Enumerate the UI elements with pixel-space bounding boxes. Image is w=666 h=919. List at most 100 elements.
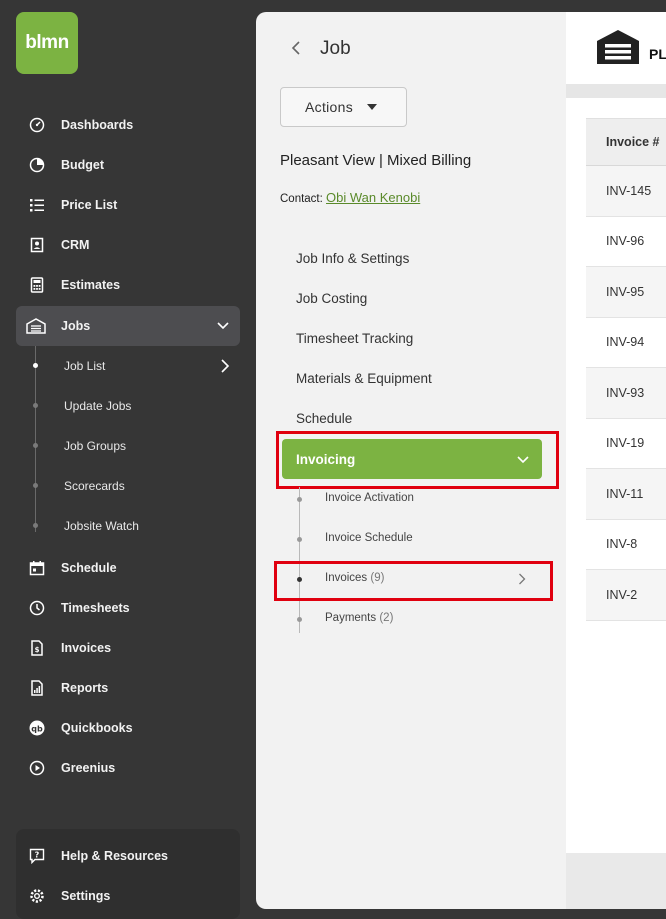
logo-text: blmn <box>25 32 69 53</box>
menu-job-costing[interactable]: Job Costing <box>296 291 367 306</box>
sidebar-item-help[interactable]: ? Help & Resources <box>16 836 240 876</box>
menu-invoice-schedule[interactable]: Invoice Schedule <box>325 532 413 544</box>
table-row[interactable]: INV-2 <box>586 570 666 621</box>
content-header: PL <box>566 12 666 84</box>
back-arrow-icon[interactable] <box>290 40 302 61</box>
table-row[interactable]: INV-96 <box>586 217 666 267</box>
sidebar-item-invoices[interactable]: $ Invoices <box>16 628 240 668</box>
gear-icon <box>28 887 46 905</box>
sidebar-subitem-jobsite-watch[interactable]: Jobsite Watch <box>64 506 244 546</box>
sidebar-item-label: Price List <box>61 198 118 212</box>
svg-text:qb: qb <box>31 725 43 734</box>
sidebar-item-estimates[interactable]: Estimates <box>16 265 240 305</box>
caret-down-icon <box>367 104 378 110</box>
payments-count: (2) <box>379 612 394 624</box>
sidebar-item-dashboards[interactable]: Dashboards <box>16 105 240 145</box>
submenu-dot <box>33 483 38 488</box>
job-panel: Job Actions Pleasant View | Mixed Billin… <box>256 12 566 909</box>
contact-row: Contact: Obi Wan Kenobi <box>280 190 420 205</box>
invoicing-submenu-line <box>299 487 300 633</box>
sidebar-item-label: CRM <box>61 238 90 252</box>
table-row[interactable]: INV-11 <box>586 469 666 520</box>
sidebar-item-price-list[interactable]: Price List <box>16 185 240 225</box>
warehouse-icon <box>26 317 46 335</box>
subitem-label: Scorecards <box>64 479 125 493</box>
jobs-submenu-line <box>35 346 36 532</box>
warehouse-icon <box>595 28 641 71</box>
sidebar-item-label: Settings <box>61 889 111 903</box>
sidebar-item-settings[interactable]: Settings <box>16 876 240 916</box>
sidebar-subitem-scorecards[interactable]: Scorecards <box>64 466 244 506</box>
submenu-dot <box>297 537 302 542</box>
menu-timesheet-tracking[interactable]: Timesheet Tracking <box>296 331 413 346</box>
sidebar-item-label: Schedule <box>61 561 117 575</box>
subitem-label: Jobsite Watch <box>64 519 139 533</box>
job-header-text: PL <box>649 46 666 62</box>
payments-label: Payments <box>325 612 377 624</box>
sidebar-item-jobs[interactable]: Jobs <box>16 306 240 346</box>
sidebar-subitem-job-list[interactable]: Job List <box>64 346 244 386</box>
sidebar-item-crm[interactable]: CRM <box>16 225 240 265</box>
actions-label: Actions <box>305 99 354 115</box>
submenu-dot <box>33 523 38 528</box>
report-icon <box>28 679 46 697</box>
table-row[interactable]: INV-19 <box>586 419 666 469</box>
table-row[interactable]: INV-145 <box>586 166 666 217</box>
chevron-down-icon <box>216 318 230 335</box>
sidebar-item-label: Jobs <box>61 319 91 333</box>
table-row[interactable]: INV-95 <box>586 267 666 318</box>
contact-card-icon <box>28 236 46 254</box>
pie-chart-icon <box>28 156 46 174</box>
column-header-invoice-number[interactable]: Invoice # <box>586 118 666 166</box>
sidebar-subitem-update-jobs[interactable]: Update Jobs <box>64 386 244 426</box>
submenu-dot <box>297 617 302 622</box>
sidebar-item-label: Invoices <box>61 641 112 655</box>
sidebar-item-timesheets[interactable]: Timesheets <box>16 588 240 628</box>
sidebar-item-label: Help & Resources <box>61 849 168 863</box>
chevron-right-icon <box>220 359 230 376</box>
blmn-logo[interactable]: blmn <box>16 12 78 74</box>
gauge-icon <box>28 116 46 134</box>
main-content: PL Invoice # INV-145 INV-96 INV-95 INV-9… <box>566 12 666 909</box>
menu-schedule[interactable]: Schedule <box>296 411 352 426</box>
menu-invoice-activation[interactable]: Invoice Activation <box>325 492 414 504</box>
svg-text:?: ? <box>35 851 40 860</box>
play-circle-icon <box>28 759 46 777</box>
list-icon <box>28 196 46 214</box>
table-row[interactable]: INV-94 <box>586 318 666 368</box>
highlight-box-invoices <box>274 561 553 601</box>
sidebar-item-label: Budget <box>61 158 105 172</box>
sidebar-item-budget[interactable]: Budget <box>16 145 240 185</box>
sidebar-item-greenius[interactable]: Greenius <box>16 748 240 788</box>
highlight-box-invoicing <box>276 431 559 489</box>
sidebar-item-label: Reports <box>61 681 109 695</box>
actions-button[interactable]: Actions <box>280 87 407 127</box>
menu-payments[interactable]: Payments (2) <box>325 612 393 624</box>
subitem-label: Job Groups <box>64 439 127 453</box>
invoice-icon: $ <box>28 639 46 657</box>
content-divider <box>566 84 666 98</box>
menu-job-info[interactable]: Job Info & Settings <box>296 251 409 266</box>
menu-materials-equipment[interactable]: Materials & Equipment <box>296 371 432 386</box>
subitem-label: Update Jobs <box>64 399 132 413</box>
sidebar-item-schedule[interactable]: Schedule <box>16 548 240 588</box>
sidebar-item-label: Greenius <box>61 761 116 775</box>
calculator-icon <box>28 276 46 294</box>
sidebar-item-label: Estimates <box>61 278 121 292</box>
submenu-dot <box>33 443 38 448</box>
submenu-dot <box>33 363 38 368</box>
table-row[interactable]: INV-93 <box>586 368 666 419</box>
content-footer <box>566 853 666 909</box>
calendar-icon <box>28 559 46 577</box>
table-row[interactable]: INV-8 <box>586 520 666 570</box>
submenu-dot <box>33 403 38 408</box>
svg-text:$: $ <box>35 646 40 654</box>
contact-link[interactable]: Obi Wan Kenobi <box>326 190 420 205</box>
invoices-table: Invoice # INV-145 INV-96 INV-95 INV-94 I… <box>586 118 666 621</box>
contact-label: Contact: <box>280 193 323 205</box>
sidebar-item-reports[interactable]: Reports <box>16 668 240 708</box>
job-name: Pleasant View | Mixed Billing <box>280 152 472 169</box>
clock-icon <box>28 599 46 617</box>
sidebar-item-quickbooks[interactable]: qb Quickbooks <box>16 708 240 748</box>
sidebar-subitem-job-groups[interactable]: Job Groups <box>64 426 244 466</box>
